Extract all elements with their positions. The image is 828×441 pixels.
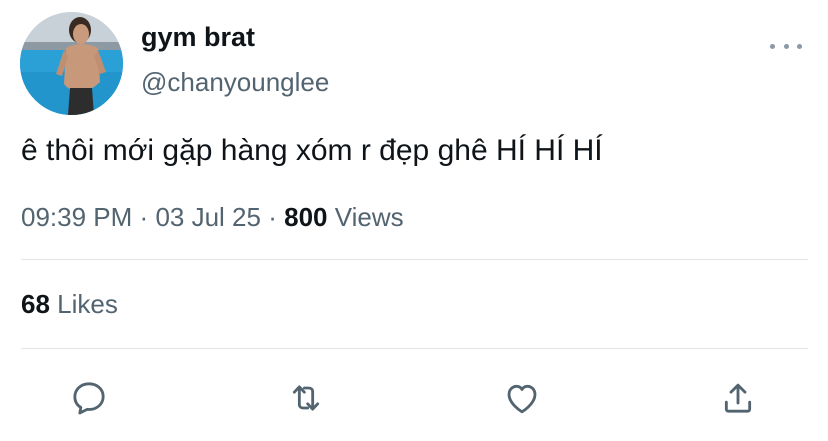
likes-count: 68	[21, 289, 50, 319]
views-count: 800	[284, 202, 328, 232]
avatar[interactable]	[20, 12, 123, 115]
likes-stat[interactable]: 68 Likes	[21, 289, 118, 320]
more-horizontal-icon-dot	[797, 43, 802, 49]
avatar-photo	[20, 12, 123, 115]
divider	[21, 348, 808, 349]
share-button[interactable]	[716, 376, 760, 420]
reply-icon	[73, 382, 105, 415]
views-label: Views	[334, 202, 404, 232]
share-icon	[724, 383, 752, 413]
tweet-time[interactable]: 09:39 PM	[21, 202, 132, 232]
tweet-date[interactable]: 03 Jul 25	[155, 202, 261, 232]
divider	[21, 259, 808, 260]
retweet-button[interactable]	[284, 376, 328, 420]
display-name[interactable]: gym brat	[141, 22, 255, 53]
like-button[interactable]	[500, 376, 544, 420]
user-handle[interactable]: @chanyounglee	[141, 67, 329, 98]
heart-icon	[507, 384, 537, 414]
likes-label: Likes	[57, 289, 118, 319]
more-horizontal-icon	[770, 43, 775, 49]
reply-button[interactable]	[67, 376, 111, 420]
tweet-text: ê thôi mới gặp hàng xóm r đẹp ghê HÍ HÍ …	[21, 134, 603, 167]
tweet-meta: 09:39 PM · 03 Jul 25 · 800 Views	[21, 202, 404, 233]
more-horizontal-icon-dot	[783, 43, 789, 49]
meta-separator: ·	[268, 202, 277, 232]
meta-separator: ·	[139, 202, 149, 232]
retweet-icon	[292, 385, 320, 411]
more-options-button[interactable]	[770, 36, 802, 56]
